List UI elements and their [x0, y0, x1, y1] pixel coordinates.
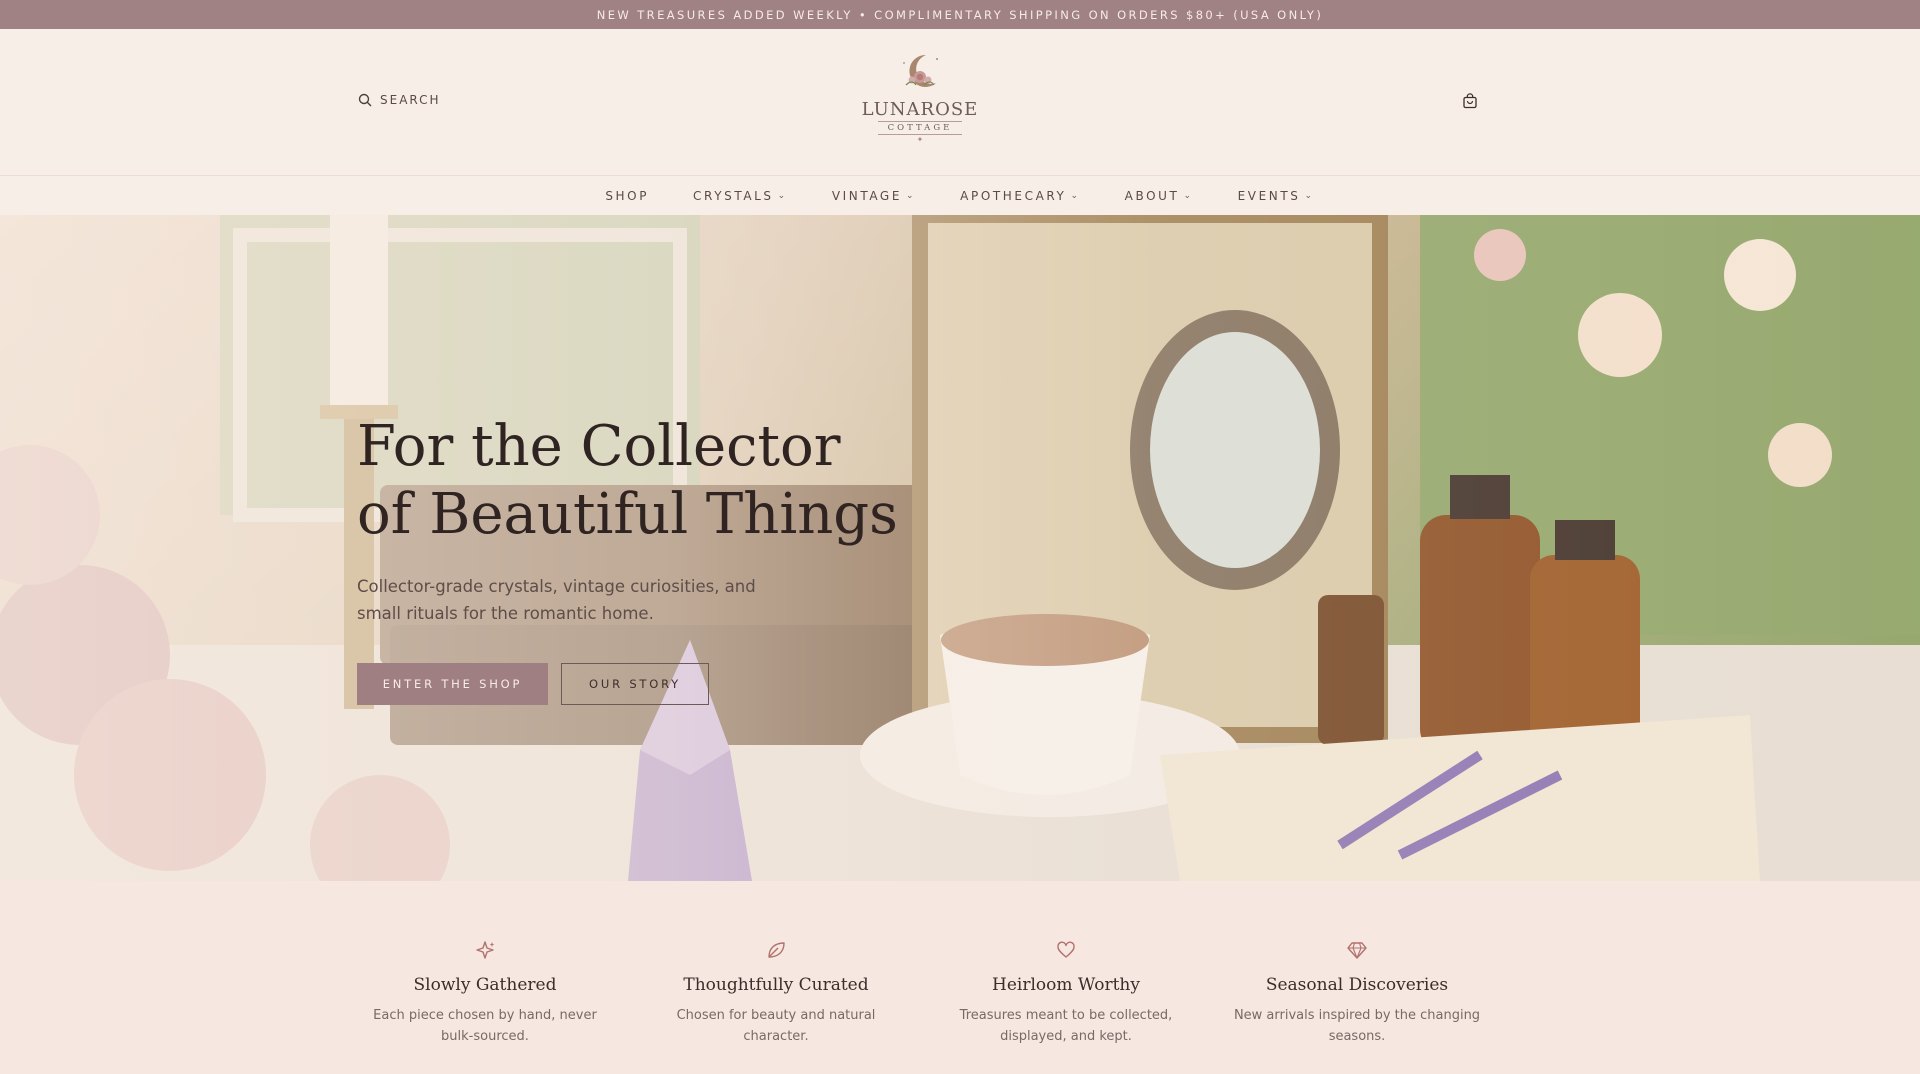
nav-item-apothecary[interactable]: APOTHECARY ⌄	[960, 189, 1080, 203]
feature-thoughtfully-curated: Thoughtfully Curated Chosen for beauty a…	[646, 939, 906, 1047]
search-trigger[interactable]: SEARCH	[358, 93, 441, 107]
feature-slowly-gathered: Slowly Gathered Each piece chosen by han…	[355, 939, 615, 1047]
search-icon	[358, 93, 372, 107]
chevron-down-icon: ⌄	[1183, 190, 1194, 201]
nav-item-vintage[interactable]: VINTAGE ⌄	[832, 189, 916, 203]
feature-text: New arrivals inspired by the changing se…	[1233, 1008, 1481, 1044]
nav-label: APOTHECARY	[960, 188, 1067, 203]
chevron-down-icon: ⌄	[777, 190, 788, 201]
gem-icon	[1347, 942, 1367, 959]
nav-item-events[interactable]: EVENTS ⌄	[1238, 189, 1315, 203]
feature-title: Seasonal Discoveries	[1265, 975, 1449, 995]
our-story-button[interactable]: OUR STORY	[561, 663, 709, 705]
nav-label: ABOUT	[1124, 188, 1180, 203]
logo-subtitle: COTTAGE	[877, 121, 963, 135]
feature-heirloom-worthy: Heirloom Worthy Treasures meant to be co…	[936, 939, 1196, 1047]
hero-title: For the Collector of Beautiful Things	[357, 413, 977, 549]
shopping-bag-icon[interactable]	[1462, 93, 1478, 109]
logo-star-ornament: ✦	[916, 135, 924, 144]
search-label: SEARCH	[380, 93, 441, 107]
logo-name: LUNAROSE	[861, 99, 979, 120]
main-nav: SHOP CRYSTALS ⌄ VINTAGE ⌄ APOTHECARY ⌄ A…	[0, 175, 1920, 215]
nav-item-crystals[interactable]: CRYSTALS ⌄	[693, 189, 788, 203]
announcement-text: NEW TREASURES ADDED WEEKLY • COMPLIMENTA…	[596, 7, 1324, 22]
nav-label: EVENTS	[1237, 188, 1301, 203]
announcement-bar: NEW TREASURES ADDED WEEKLY • COMPLIMENTA…	[0, 0, 1920, 29]
hero-title-line-1: For the Collector	[357, 414, 841, 479]
feature-title: Heirloom Worthy	[992, 975, 1140, 995]
feature-title: Thoughtfully Curated	[683, 975, 869, 995]
hero-section: For the Collector of Beautiful Things Co…	[0, 215, 1920, 881]
feature-text: Treasures meant to be collected, display…	[959, 1008, 1173, 1044]
feature-seasonal-discoveries: Seasonal Discoveries New arrivals inspir…	[1227, 939, 1487, 1047]
chevron-down-icon: ⌄	[906, 190, 917, 201]
feature-title: Slowly Gathered	[413, 975, 557, 995]
nav-item-shop[interactable]: SHOP	[605, 189, 649, 203]
nav-label: SHOP	[605, 188, 650, 203]
chevron-down-icon: ⌄	[1304, 190, 1315, 201]
heart-icon	[1057, 941, 1075, 958]
feature-text: Chosen for beauty and natural character.	[676, 1008, 876, 1044]
nav-item-about[interactable]: ABOUT ⌄	[1125, 189, 1194, 203]
site-header: SEARCH LUNAROSE COTTAGE ✦ SHOP CRYSTALS …	[0, 29, 1920, 215]
nav-label: VINTAGE	[831, 188, 903, 203]
hero-title-line-2: of Beautiful Things	[357, 482, 898, 547]
nav-label: CRYSTALS	[693, 188, 774, 203]
feature-text: Each piece chosen by hand, never bulk-so…	[373, 1008, 597, 1044]
sparkle-icon	[476, 941, 495, 959]
leaf-icon	[768, 942, 785, 958]
hero-subtitle: Collector-grade crystals, vintage curios…	[357, 577, 756, 623]
enter-shop-button[interactable]: ENTER THE SHOP	[357, 663, 548, 705]
features-section: Slowly Gathered Each piece chosen by han…	[0, 881, 1920, 1074]
moon-rose-logo-icon	[903, 54, 938, 87]
chevron-down-icon: ⌄	[1070, 190, 1081, 201]
site-logo[interactable]: LUNAROSE COTTAGE ✦	[860, 49, 980, 149]
